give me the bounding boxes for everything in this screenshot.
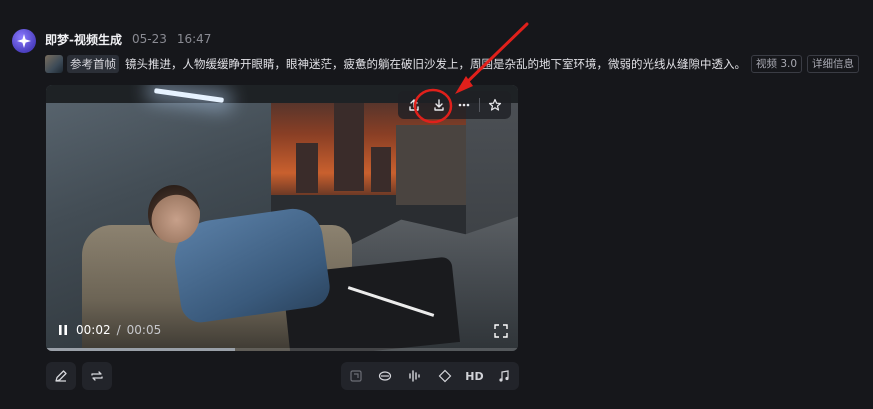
current-time: 00:02 — [76, 323, 111, 337]
model-badge: 视频 3.0 — [751, 55, 803, 73]
time-separator: / — [116, 323, 121, 337]
lip-sync-button[interactable] — [374, 365, 396, 387]
video-player[interactable]: 00:02 / 00:05 — [46, 85, 518, 351]
divider — [478, 98, 480, 112]
star-icon — [488, 98, 501, 111]
favorite-button[interactable] — [485, 95, 505, 115]
playback-controls: 00:02 / 00:05 — [56, 321, 161, 339]
frame-icon — [350, 370, 362, 382]
hd-icon: HD — [465, 369, 484, 383]
fullscreen-button[interactable] — [494, 323, 508, 338]
video-scene-head — [148, 185, 200, 243]
download-icon — [434, 99, 444, 111]
message-time: 16:47 — [176, 32, 212, 46]
frame-button[interactable] — [345, 365, 367, 387]
sparkle-icon — [17, 34, 31, 48]
page: 即梦-视频生成 05-23 16:47 参考首帧 镜头推进，人物缓缓睁开眼睛，眼… — [0, 0, 873, 409]
regenerate-button[interactable] — [82, 362, 112, 390]
hd-button[interactable]: HD — [463, 365, 485, 387]
progress-bar[interactable] — [46, 348, 518, 351]
more-button[interactable] — [454, 95, 474, 115]
reference-label[interactable]: 参考首帧 — [67, 55, 119, 73]
edit-button[interactable] — [46, 362, 76, 390]
progress-fill — [46, 348, 235, 351]
prompt-text: 镜头推进，人物缓缓睁开眼睛，眼神迷茫，疲惫的躺在破旧沙发上，周围是杂乱的地下室环… — [125, 57, 746, 71]
video-scene-building — [296, 143, 318, 193]
video-scene-ruin — [396, 125, 466, 205]
download-button[interactable] — [429, 95, 449, 115]
share-icon — [409, 99, 420, 111]
diamond-button[interactable] — [434, 365, 456, 387]
audio-wave-icon — [409, 370, 420, 382]
reference-thumbnail[interactable] — [45, 55, 63, 73]
edit-icon — [55, 370, 67, 382]
music-button[interactable] — [493, 365, 515, 387]
details-button[interactable]: 详细信息 — [807, 55, 860, 73]
regenerate-icon — [91, 371, 103, 381]
video-tools: HD — [341, 362, 519, 390]
app-name: 即梦-视频生成 — [45, 32, 122, 47]
more-icon — [458, 103, 470, 107]
message-date: 05-23 — [131, 32, 167, 46]
video-scene-building — [371, 147, 391, 192]
pause-button[interactable] — [56, 323, 70, 337]
pause-icon — [59, 325, 67, 335]
app-avatar — [12, 29, 36, 53]
fullscreen-icon — [494, 324, 508, 338]
video-scene-building — [334, 101, 364, 191]
audio-wave-button[interactable] — [404, 365, 426, 387]
share-button[interactable] — [404, 95, 424, 115]
music-icon — [499, 370, 509, 382]
message-header: 即梦-视频生成 05-23 16:47 — [45, 30, 211, 48]
lip-sync-icon — [379, 371, 392, 381]
prompt-row: 参考首帧 镜头推进，人物缓缓睁开眼睛，眼神迷茫，疲惫的躺在破旧沙发上，周围是杂乱… — [45, 54, 869, 74]
diamond-icon — [438, 369, 452, 383]
total-time: 00:05 — [126, 323, 162, 337]
video-action-bar — [398, 91, 511, 119]
